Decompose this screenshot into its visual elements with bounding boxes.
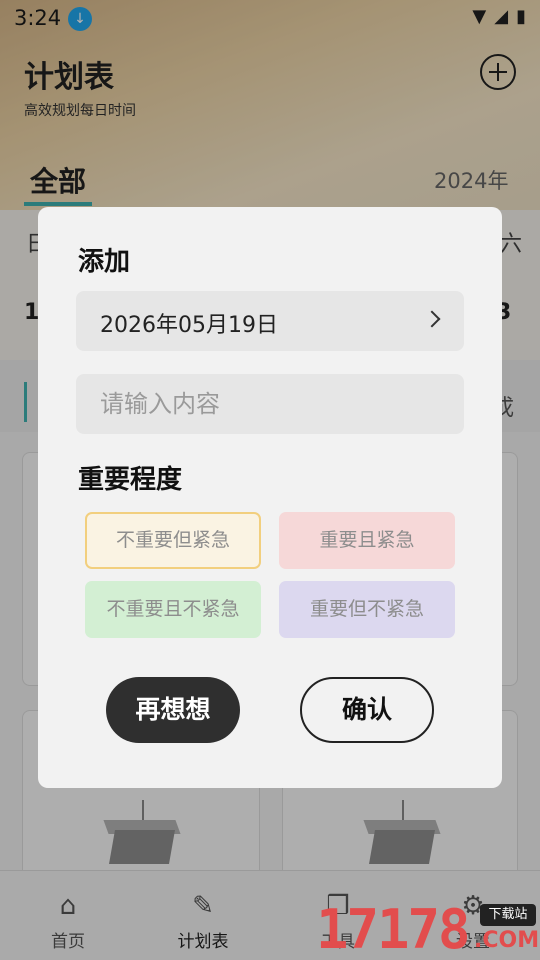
confirm-button[interactable]: 确认 [300,677,434,743]
priority-important-urgent[interactable]: 重要且紧急 [279,512,455,569]
priority-not-important-urgent[interactable]: 不重要但紧急 [85,512,261,569]
dialog-title: 添加 [78,247,131,277]
priority-not-important-not-urgent[interactable]: 不重要且不紧急 [85,581,261,638]
watermark-number: 17178 [316,898,471,960]
content-input[interactable] [76,374,464,434]
priority-important-not-urgent[interactable]: 重要但不紧急 [279,581,455,638]
priority-title: 重要程度 [78,465,183,495]
add-plan-dialog: 添加 2026年05月19日 重要程度 不重要但紧急 重要且紧急 不重要且不紧急… [38,207,502,788]
watermark-domain: .COM [474,928,540,953]
watermark-badge: 下载站 [480,904,536,926]
date-picker-field[interactable]: 2026年05月19日 [76,291,464,351]
cancel-button[interactable]: 再想想 [106,677,240,743]
date-value: 2026年05月19日 [100,313,278,338]
chevron-right-icon [423,310,441,328]
